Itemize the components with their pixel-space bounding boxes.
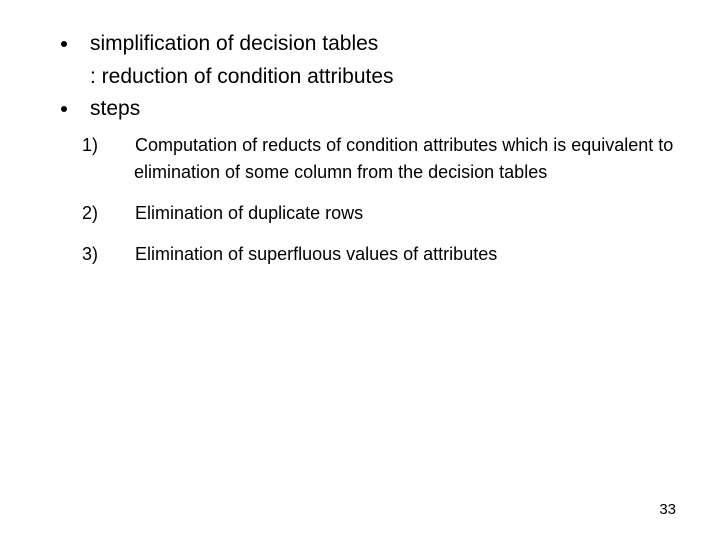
step-text: Elimination of duplicate rows [135, 203, 363, 223]
top-bullet-list: simplification of decision tables : redu… [40, 28, 680, 268]
step-number: 1) [108, 132, 130, 159]
bullet-text: steps [90, 97, 140, 120]
bullet-subtext: : reduction of condition attributes [90, 61, 680, 94]
bullet-item: simplification of decision tables : redu… [80, 28, 680, 93]
page-number: 33 [659, 501, 676, 518]
step-number: 2) [108, 200, 130, 227]
step-item: 2) Elimination of duplicate rows [108, 200, 680, 227]
bullet-text: simplification of decision tables [90, 32, 378, 55]
bullet-item: steps 1) Computation of reducts of condi… [80, 93, 680, 268]
step-text: Elimination of superfluous values of att… [135, 244, 497, 264]
step-number: 3) [108, 241, 130, 268]
step-item: 3) Elimination of superfluous values of … [108, 241, 680, 268]
steps-list: 1) Computation of reducts of condition a… [90, 132, 680, 268]
slide: simplification of decision tables : redu… [0, 0, 720, 540]
step-text: Computation of reducts of condition attr… [134, 135, 673, 182]
step-item: 1) Computation of reducts of condition a… [108, 132, 680, 186]
